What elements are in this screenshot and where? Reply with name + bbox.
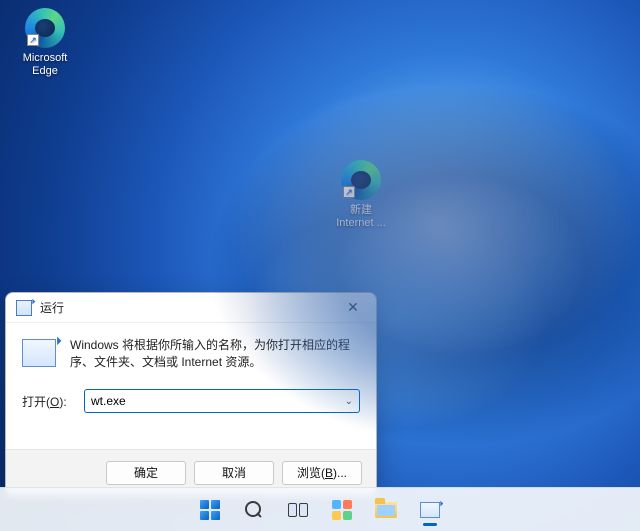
edge-icon: ↗ (341, 160, 381, 200)
run-dialog-title: 运行 (40, 299, 332, 316)
run-icon (16, 300, 32, 316)
widgets-icon (332, 500, 352, 520)
search-icon (245, 501, 263, 519)
desktop-icon-label: Internet ... (336, 217, 386, 229)
run-dialog-titlebar[interactable]: 运行 ✕ (6, 293, 376, 323)
shortcut-arrow-icon: ↗ (27, 34, 39, 46)
start-button[interactable] (191, 492, 229, 528)
open-input[interactable] (91, 394, 343, 408)
ok-button[interactable]: 确定 (106, 461, 186, 485)
file-explorer-button[interactable] (367, 492, 405, 528)
open-combobox[interactable]: ⌄ (84, 389, 360, 413)
close-icon: ✕ (347, 299, 359, 316)
taskview-icon (288, 503, 308, 517)
open-label: 打开(O): (22, 393, 76, 410)
desktop-icon-internet-shortcut[interactable]: ↗ 新建 Internet ... (324, 160, 398, 230)
edge-icon: ↗ (25, 8, 65, 48)
folder-icon (375, 502, 397, 518)
run-icon (420, 502, 440, 518)
taskbar (0, 487, 640, 531)
close-button[interactable]: ✕ (332, 294, 374, 322)
browse-button[interactable]: 浏览(B)... (282, 461, 362, 485)
windows-logo-icon (200, 500, 220, 520)
shortcut-arrow-icon: ↗ (343, 186, 355, 198)
run-dialog-description: Windows 将根据你所输入的名称，为你打开相应的程序、文件夹、文档或 Int… (70, 337, 360, 371)
desktop-icon-label: Edge (32, 65, 58, 77)
run-dialog: 运行 ✕ Windows 将根据你所输入的名称，为你打开相应的程序、文件夹、文档… (5, 292, 377, 496)
chevron-down-icon[interactable]: ⌄ (343, 396, 355, 407)
cancel-button[interactable]: 取消 (194, 461, 274, 485)
search-button[interactable] (235, 492, 273, 528)
taskview-button[interactable] (279, 492, 317, 528)
desktop-icon-label: Microsoft (23, 52, 68, 64)
run-icon (22, 339, 56, 367)
desktop-icon-edge[interactable]: ↗ Microsoft Edge (8, 8, 82, 78)
widgets-button[interactable] (323, 492, 361, 528)
run-taskbar-button[interactable] (411, 492, 449, 528)
desktop-icon-label: 新建 (350, 204, 372, 216)
